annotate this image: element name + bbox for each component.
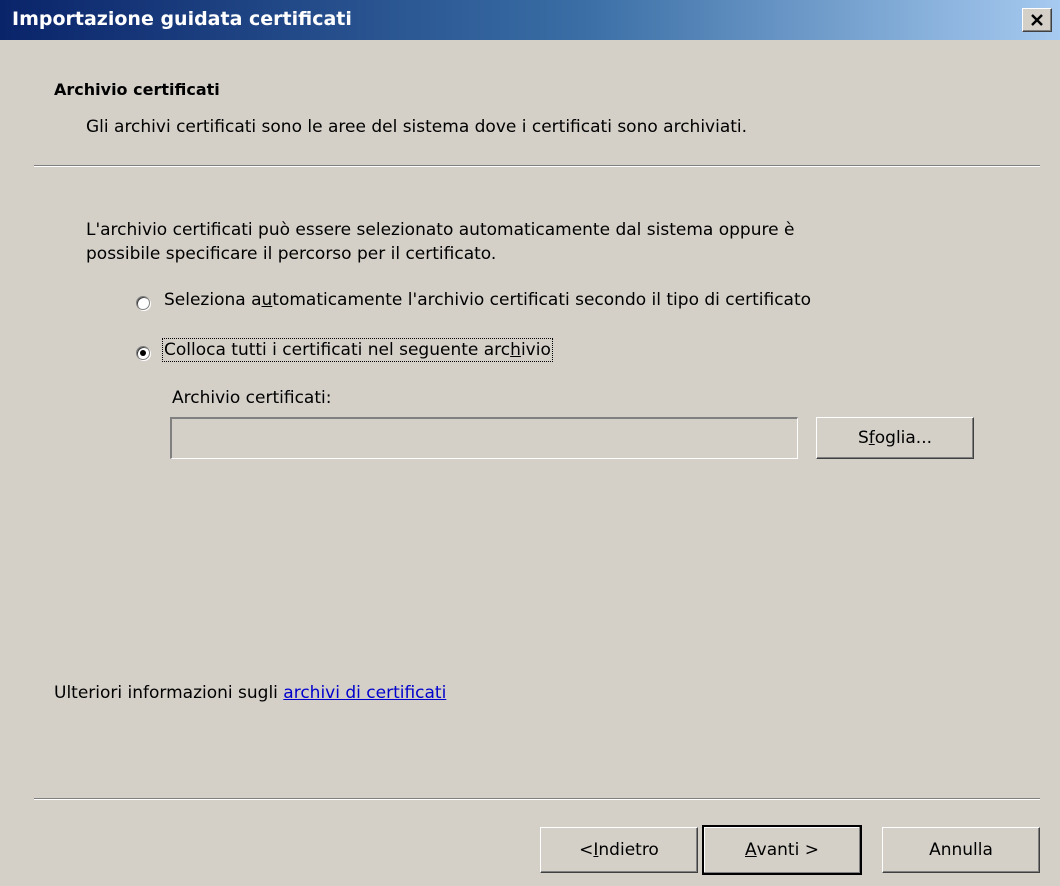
store-field-label: Archivio certificati: [172,388,332,408]
header-title: Archivio certificati [54,80,220,99]
close-button[interactable] [1022,8,1052,32]
intro-text-line2: possibile specificare il percorso per il… [86,244,497,264]
footer-divider [34,798,1040,800]
more-info-text: Ulteriori informazioni sugli archivi di … [54,683,447,703]
radio-auto-store-label[interactable]: Seleziona automaticamente l'archivio cer… [164,290,811,310]
radio-manual-store[interactable] [136,346,150,360]
back-button[interactable]: < Indietro [540,827,698,873]
wizard-header: Archivio certificati Gli archivi certifi… [0,40,1060,165]
close-icon [1031,14,1043,26]
browse-button[interactable]: Sf oglia... [816,417,974,459]
header-subtitle: Gli archivi certificati sono le aree del… [86,117,748,137]
store-input[interactable] [170,417,798,459]
radio-manual-store-label[interactable]: Colloca tutti i certificati nel seguente… [162,338,553,362]
store-info-link[interactable]: archivi di certificati [283,683,446,703]
cancel-button[interactable]: Annulla [882,827,1040,873]
radio-auto-store[interactable] [136,296,150,310]
next-button[interactable]: Avanti > [702,825,862,875]
intro-text-line1: L'archivio certificati può essere selezi… [86,220,795,240]
window-title: Importazione guidata certificati [12,8,352,30]
header-divider [34,165,1040,167]
radio-selected-dot [140,350,146,356]
title-bar: Importazione guidata certificati [0,0,1060,40]
